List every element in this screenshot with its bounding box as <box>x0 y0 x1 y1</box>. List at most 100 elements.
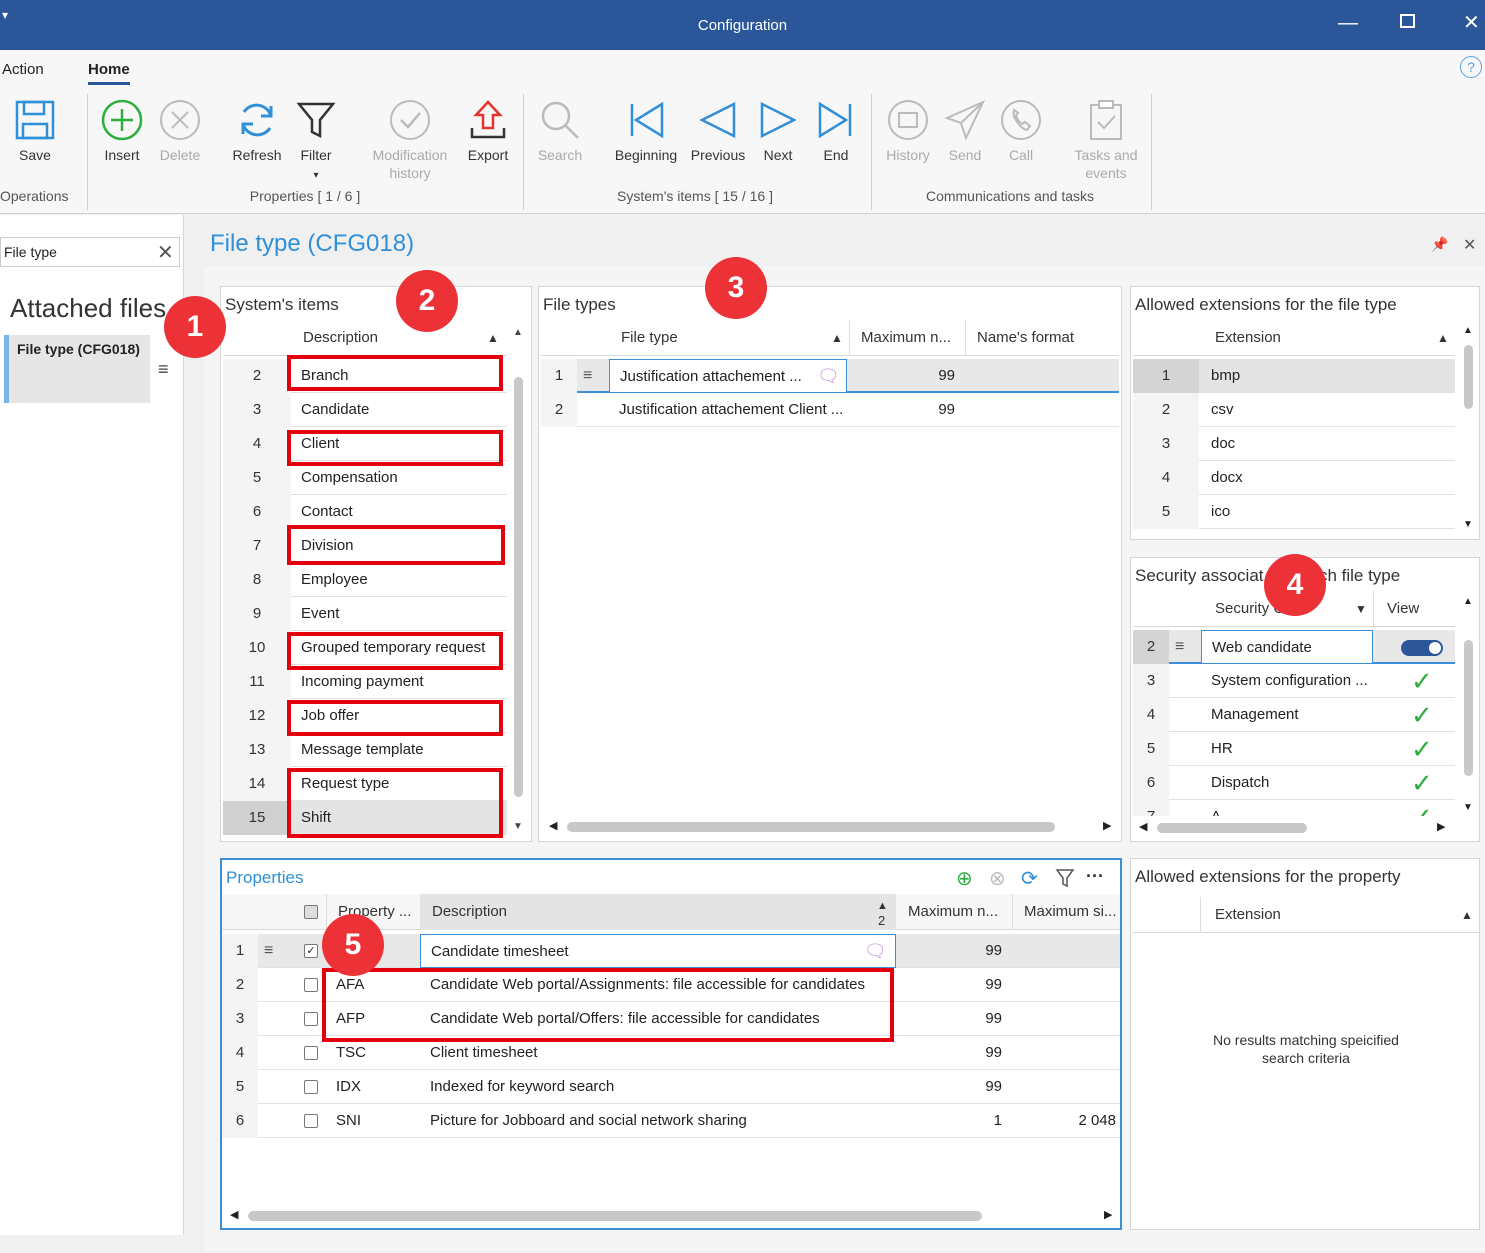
maximize-icon[interactable] <box>1400 14 1415 28</box>
row-checkbox[interactable] <box>304 1114 318 1128</box>
table-row[interactable]: 1 bmp <box>1133 359 1455 393</box>
col-view[interactable]: View <box>1387 591 1419 627</box>
table-row[interactable]: 4 docx <box>1133 461 1455 495</box>
row-checkbox[interactable] <box>304 978 318 992</box>
row-checkbox[interactable] <box>304 1012 318 1026</box>
dropdown-icon[interactable]: ▼ <box>1355 591 1367 627</box>
save-button[interactable]: Save <box>10 98 60 164</box>
tasks-events-button[interactable]: Tasks and events <box>1068 98 1144 182</box>
table-row[interactable]: 4 TSC Client timesheet 99 <box>222 1036 1120 1070</box>
table-row[interactable]: 15 Shift <box>223 801 507 835</box>
row-menu-icon[interactable]: ≡ <box>264 934 273 968</box>
table-row[interactable]: 5 Compensation <box>223 461 507 495</box>
col-description[interactable]: Description <box>303 320 378 356</box>
call-button[interactable]: Call <box>998 98 1044 164</box>
refresh-button[interactable]: Refresh <box>228 98 286 164</box>
table-row[interactable]: 2 csv <box>1133 393 1455 427</box>
vertical-scrollbar[interactable]: ▲ ▼ <box>1461 325 1475 535</box>
refresh-icon[interactable]: ⟳ <box>1021 866 1038 891</box>
delete-button[interactable]: Delete <box>155 98 205 164</box>
table-row[interactable]: 8 Employee <box>223 563 507 597</box>
pin-icon[interactable]: 📌 <box>1431 236 1448 253</box>
row-checkbox[interactable] <box>304 1080 318 1094</box>
table-row[interactable]: 3 Candidate <box>223 393 507 427</box>
delete-icon[interactable]: ⊗ <box>989 866 1006 891</box>
cell-security-group: Management <box>1211 706 1299 723</box>
modification-history-button[interactable]: Modification history <box>362 98 458 182</box>
history-button[interactable]: History <box>880 98 936 164</box>
search-input[interactable]: File type <box>4 244 57 260</box>
filter-icon[interactable] <box>1055 868 1075 893</box>
col-extension[interactable]: Extension <box>1215 320 1281 356</box>
add-icon[interactable]: ⊕ <box>956 866 973 891</box>
row-checkbox[interactable] <box>304 1046 318 1060</box>
sort-asc-icon[interactable]: ▲ <box>1437 320 1449 356</box>
more-options-icon[interactable]: ··· <box>1086 866 1104 887</box>
sort-asc-icon[interactable]: ▲ <box>487 320 499 356</box>
col-description[interactable]: Description <box>432 894 507 930</box>
table-row[interactable]: 12 Job offer <box>223 699 507 733</box>
col-file-type[interactable]: File type <box>621 320 678 356</box>
table-row[interactable]: 2 Branch <box>223 359 507 393</box>
horizontal-scrollbar[interactable]: ◀ ▶ <box>228 1208 1116 1224</box>
table-row[interactable]: 3 doc <box>1133 427 1455 461</box>
table-row[interactable]: 11 Incoming payment <box>223 665 507 699</box>
table-row[interactable]: 6 Contact <box>223 495 507 529</box>
hamburger-icon[interactable]: ≡ <box>158 359 169 380</box>
table-row[interactable]: 14 Request type <box>223 767 507 801</box>
table-row[interactable]: 3 System configuration ... ✓ <box>1133 664 1455 698</box>
attached-file-item[interactable]: File type (CFG018) <box>4 335 150 403</box>
col-max-size[interactable]: Maximum si... <box>1024 894 1117 930</box>
row-menu-icon[interactable]: ≡ <box>1175 630 1184 664</box>
beginning-button[interactable]: Beginning <box>608 98 684 164</box>
vertical-scrollbar[interactable]: ▲ ▼ <box>1461 596 1475 818</box>
search-button[interactable]: Search <box>532 98 588 164</box>
help-icon[interactable]: ? <box>1460 56 1482 78</box>
row-menu-icon[interactable]: ≡ <box>583 359 592 393</box>
insert-button[interactable]: Insert <box>98 98 146 164</box>
col-max-number[interactable]: Maximum n... <box>908 894 998 930</box>
filter-button[interactable]: Filter ▾ <box>294 98 338 185</box>
comment-icon[interactable]: 🗨 <box>817 359 840 393</box>
export-button[interactable]: Export <box>462 98 514 164</box>
table-row[interactable]: 1 ≡ Justification attachement ... 🗨 99 <box>541 359 1119 393</box>
table-row[interactable]: 6 SNI Picture for Jobboard and social netw… <box>222 1104 1120 1138</box>
table-row[interactable]: 2 Justification attachement Client ... 99 <box>541 393 1119 427</box>
close-page-icon[interactable]: ✕ <box>1463 235 1476 255</box>
horizontal-scrollbar[interactable]: ◀ ▶ <box>1137 820 1447 836</box>
col-max-number[interactable]: Maximum n... <box>861 320 951 356</box>
row-checkbox[interactable]: ✓ <box>304 944 318 958</box>
horizontal-scrollbar[interactable]: ◀ ▶ <box>545 819 1115 835</box>
comment-icon[interactable]: 🗨 <box>864 934 887 968</box>
col-names-format[interactable]: Name's format <box>977 320 1074 356</box>
next-button[interactable]: Next <box>755 98 801 164</box>
table-row[interactable]: 9 Event <box>223 597 507 631</box>
table-row[interactable]: 5 IDX Indexed for keyword search 99 <box>222 1070 1120 1104</box>
table-row[interactable]: 10 Grouped temporary request <box>223 631 507 665</box>
menu-action[interactable]: Action <box>2 61 44 78</box>
sort-asc-icon[interactable]: ▲ <box>1461 897 1473 933</box>
vertical-scrollbar[interactable]: ▲ ▼ <box>511 327 525 837</box>
col-extension[interactable]: Extension <box>1215 897 1281 933</box>
close-icon[interactable]: ✕ <box>1463 10 1480 35</box>
minimize-icon[interactable]: — <box>1338 12 1358 35</box>
table-row[interactable]: 4 Client <box>223 427 507 461</box>
allowed-extensions-title: Allowed extensions for the file type <box>1135 295 1397 314</box>
table-row[interactable]: 5 HR ✓ <box>1133 732 1455 766</box>
view-toggle[interactable] <box>1401 640 1443 656</box>
table-row[interactable]: 7 A... ✓ <box>1133 800 1455 816</box>
sort-asc-icon[interactable]: ▲ <box>831 320 843 356</box>
table-row[interactable]: 5 ico <box>1133 495 1455 529</box>
table-row[interactable]: 3 AFP Candidate Web portal/Offers: file ac… <box>222 1002 1120 1036</box>
end-button[interactable]: End <box>813 98 859 164</box>
table-row[interactable]: 6 Dispatch ✓ <box>1133 766 1455 800</box>
send-button[interactable]: Send <box>942 98 988 164</box>
menu-home[interactable]: Home <box>88 61 130 85</box>
table-row[interactable]: 7 Division <box>223 529 507 563</box>
table-row[interactable]: 2 ≡ Web candidate <box>1133 630 1455 664</box>
clear-search-icon[interactable]: ✕ <box>157 240 174 265</box>
previous-button[interactable]: Previous <box>686 98 750 164</box>
table-row[interactable]: 4 Management ✓ <box>1133 698 1455 732</box>
table-row[interactable]: 13 Message template <box>223 733 507 767</box>
select-all-checkbox[interactable] <box>304 905 318 919</box>
